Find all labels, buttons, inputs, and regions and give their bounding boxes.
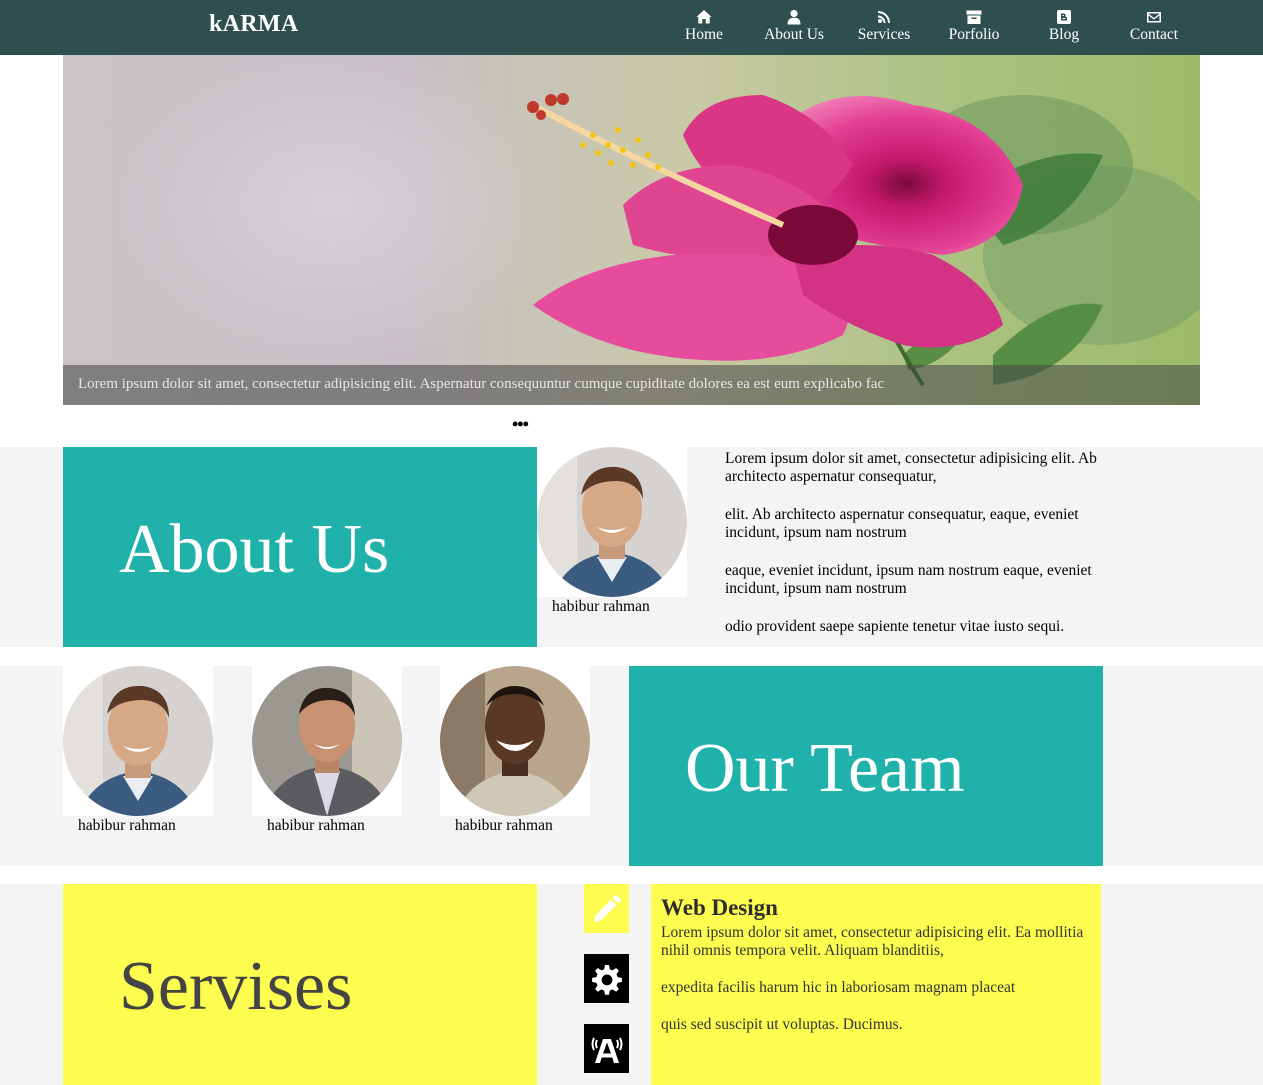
gear-icon bbox=[591, 964, 622, 995]
avatar bbox=[537, 447, 687, 597]
nav-portfolio[interactable]: Porfolio bbox=[929, 9, 1019, 44]
nav-portfolio-label: Porfolio bbox=[948, 26, 1000, 43]
about-title-box: About Us bbox=[63, 447, 537, 647]
avatar bbox=[440, 666, 590, 816]
user-icon bbox=[787, 9, 801, 25]
pencil-icon bbox=[593, 894, 621, 922]
about-title: About Us bbox=[119, 511, 390, 588]
service-title: Web Design bbox=[661, 895, 778, 920]
nav-about-us[interactable]: About Us bbox=[749, 9, 839, 44]
team-title: Our Team bbox=[685, 730, 965, 807]
team-member-name: habibur rahman bbox=[78, 817, 176, 834]
hero-caption-text: Lorem ipsum dolor sit amet, consectetur … bbox=[78, 376, 885, 392]
service-paragraph: Lorem ipsum dolor sit amet, consectetur … bbox=[661, 924, 1084, 959]
nav-services-label: Services bbox=[857, 26, 911, 43]
team-member-card: habibur rahman bbox=[440, 666, 590, 834]
about-description: Lorem ipsum dolor sit amet, consectetur … bbox=[725, 450, 1105, 656]
service-paragraph: expedita facilis harum hic in laboriosam… bbox=[661, 979, 1016, 996]
services-title: Servises bbox=[119, 948, 353, 1025]
avatar bbox=[63, 666, 213, 816]
nav-contact-label: Contact bbox=[1129, 26, 1179, 43]
service-paragraph: quis sed suscipit ut voluptas. Ducimus. bbox=[661, 1016, 903, 1033]
navbar: kARMA Home About Us Services Porfolio Bl… bbox=[0, 0, 1263, 55]
about-paragraph: elit. Ab architecto aspernatur consequat… bbox=[725, 506, 1079, 541]
service-tab-web-design[interactable] bbox=[584, 884, 629, 933]
feed-icon bbox=[878, 11, 890, 23]
about-paragraph: eaque, eveniet incidunt, ipsum nam nostr… bbox=[725, 562, 1092, 597]
hero-flower-image bbox=[63, 55, 1200, 405]
envelope-icon bbox=[1147, 12, 1161, 23]
hero-slider[interactable]: Lorem ipsum dolor sit amet, consectetur … bbox=[63, 55, 1200, 405]
service-tab-accessibility[interactable] bbox=[584, 1024, 629, 1073]
service-description: Lorem ipsum dolor sit amet, consectetur … bbox=[661, 924, 1106, 1053]
about-person-name: habibur rahman bbox=[552, 598, 650, 615]
nav-blog[interactable]: Blog bbox=[1019, 9, 1109, 44]
hero-caption-bar: Lorem ipsum dolor sit amet, consectetur … bbox=[63, 365, 1200, 405]
blogger-icon bbox=[1057, 10, 1071, 24]
accessibility-icon bbox=[591, 1037, 622, 1063]
brand-logo[interactable]: kARMA bbox=[209, 11, 299, 38]
about-paragraph: Lorem ipsum dolor sit amet, consectetur … bbox=[725, 450, 1097, 485]
nav-about-us-label: About Us bbox=[764, 26, 824, 43]
team-member-card: habibur rahman bbox=[63, 666, 213, 834]
home-icon bbox=[696, 10, 712, 24]
slider-dots[interactable]: ••• bbox=[512, 415, 529, 433]
nav-services[interactable]: Services bbox=[839, 9, 929, 44]
about-person-card: habibur rahman bbox=[537, 447, 687, 615]
about-paragraph: odio provident saepe sapiente tenetur vi… bbox=[725, 618, 1065, 635]
team-member-name: habibur rahman bbox=[455, 817, 553, 834]
nav-home-label: Home bbox=[685, 26, 723, 43]
team-title-box: Our Team bbox=[629, 666, 1103, 866]
archive-icon bbox=[966, 10, 982, 24]
nav-blog-label: Blog bbox=[1048, 26, 1080, 43]
team-member-name: habibur rahman bbox=[267, 817, 365, 834]
avatar bbox=[252, 666, 402, 816]
services-title-box: Servises bbox=[63, 884, 537, 1085]
service-tab-settings[interactable] bbox=[584, 954, 629, 1003]
team-member-card: habibur rahman bbox=[252, 666, 402, 834]
nav-contact[interactable]: Contact bbox=[1109, 9, 1199, 44]
nav-home[interactable]: Home bbox=[659, 9, 749, 44]
